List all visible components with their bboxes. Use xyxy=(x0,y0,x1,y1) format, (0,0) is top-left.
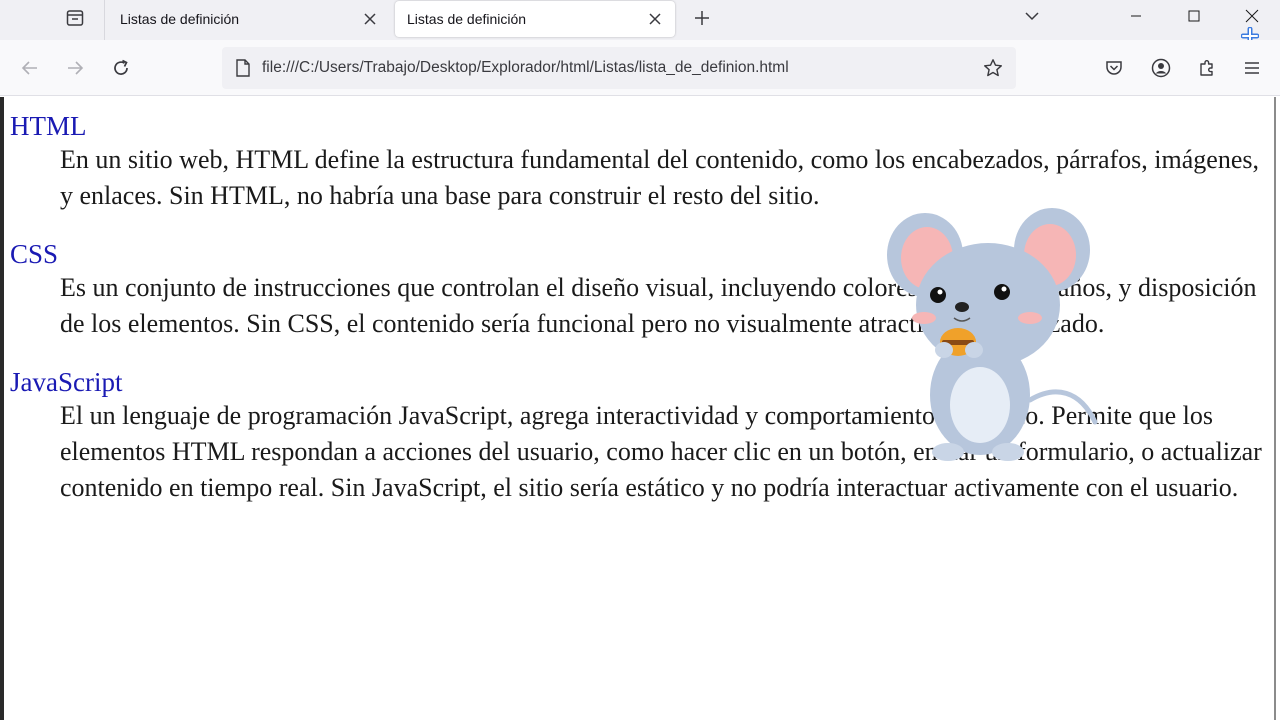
tab-inactive[interactable]: Listas de definición xyxy=(108,0,390,38)
close-icon xyxy=(649,13,661,25)
tab-close-button[interactable] xyxy=(356,5,384,33)
tab-active[interactable]: Listas de definición xyxy=(395,1,675,37)
bookmark-star-button[interactable] xyxy=(976,52,1010,84)
star-icon xyxy=(984,59,1002,77)
tab-separator xyxy=(104,0,105,40)
list-all-tabs-button[interactable] xyxy=(56,2,94,34)
plus-icon xyxy=(695,11,709,25)
maximize-icon xyxy=(1188,10,1200,22)
file-icon xyxy=(224,59,262,77)
minimize-icon xyxy=(1131,15,1141,17)
pocket-button[interactable] xyxy=(1098,52,1130,84)
forward-button[interactable] xyxy=(59,52,91,84)
window-left-border xyxy=(0,97,4,720)
tab-title: Listas de definición xyxy=(120,11,240,27)
app-menu-button[interactable] xyxy=(1236,52,1268,84)
close-icon xyxy=(1245,9,1259,23)
extensions-button[interactable] xyxy=(1191,52,1223,84)
scrollbar-edge xyxy=(1274,97,1276,720)
url-text[interactable]: file:///C:/Users/Trabajo/Desktop/Explora… xyxy=(262,59,976,77)
account-button[interactable] xyxy=(1145,52,1177,84)
window-maximize-button[interactable] xyxy=(1166,0,1222,32)
tab-strip: Listas de definición Listas de definició… xyxy=(0,0,1280,45)
reload-icon xyxy=(114,59,128,75)
window-minimize-button[interactable] xyxy=(1108,0,1164,32)
list-all-tabs-icon xyxy=(66,10,84,26)
arrow-right-icon xyxy=(68,61,84,75)
hamburger-menu-icon xyxy=(1245,62,1259,74)
navigation-toolbar: file:///C:/Users/Trabajo/Desktop/Explora… xyxy=(0,40,1280,96)
close-icon xyxy=(364,13,376,25)
url-bar[interactable]: file:///C:/Users/Trabajo/Desktop/Explora… xyxy=(222,47,1016,89)
pocket-icon xyxy=(1106,61,1122,75)
chevron-down-icon xyxy=(1025,12,1039,21)
mouse-sticker xyxy=(887,208,1098,461)
tab-close-button[interactable] xyxy=(641,5,669,33)
tab-title: Listas de definición xyxy=(407,11,527,27)
reload-button[interactable] xyxy=(105,52,137,84)
account-icon xyxy=(1151,58,1171,78)
arrow-left-icon xyxy=(21,61,37,75)
tabs-dropdown-button[interactable] xyxy=(1016,2,1048,30)
puzzle-icon xyxy=(1200,60,1213,76)
back-button[interactable] xyxy=(14,52,46,84)
new-tab-button[interactable] xyxy=(686,4,718,32)
definition-term: HTML xyxy=(10,111,87,141)
